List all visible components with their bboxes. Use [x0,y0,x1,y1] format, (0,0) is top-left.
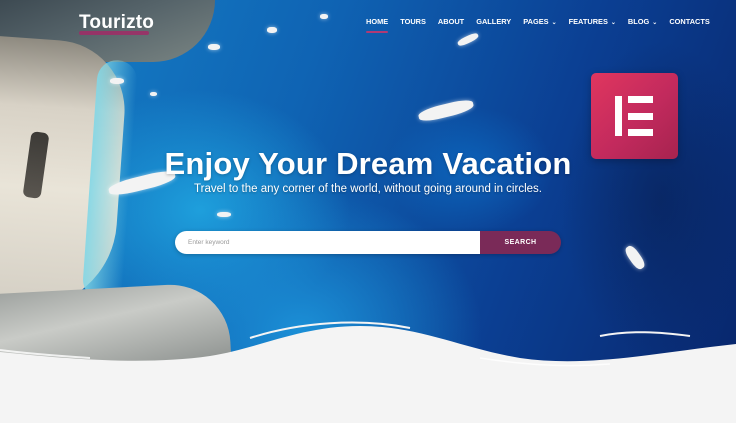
hero-title: Enjoy Your Dream Vacation [164,146,572,181]
chevron-down-icon: ⌄ [652,20,658,26]
boat [150,92,157,96]
nav-label: BLOG [627,17,650,26]
nav-label: GALLERY [476,17,512,26]
boat [208,44,220,50]
elementor-bar [628,96,653,103]
search-input[interactable] [175,231,480,254]
nav-label: ABOUT [437,17,465,26]
boat [217,212,231,217]
chevron-down-icon: ⌄ [551,20,557,26]
nav-about[interactable]: ABOUT [438,17,464,26]
nav-label: HOME [366,17,389,26]
nav-label: TOURS [400,17,426,26]
nav-features[interactable]: FEATURES ⌄ [569,17,616,26]
hero-subtitle: Travel to the any corner of the world, w… [194,183,542,195]
boat [267,27,277,33]
elementor-bar [615,96,622,136]
elementor-bar [628,112,653,120]
boat [320,14,328,19]
search-bar: SEARCH [175,231,561,254]
nav-label: CONTACTS [669,17,710,26]
nav-tours[interactable]: TOURS [400,17,426,26]
main-nav: HOME TOURS ABOUT GALLERY PAGES ⌄ FEATURES… [366,17,722,33]
nav-contacts[interactable]: CONTACTS [669,17,710,26]
logo-underline [79,31,149,35]
search-button[interactable]: SEARCH [480,231,561,254]
nav-label: PAGES [523,17,549,26]
elementor-bar [628,129,653,136]
chevron-down-icon: ⌄ [610,20,616,26]
nav-home[interactable]: HOME [366,17,389,33]
nav-blog[interactable]: BLOG ⌄ [628,17,657,26]
wave-divider [0,321,736,423]
nav-gallery[interactable]: GALLERY [476,17,511,26]
boat [417,97,475,124]
nav-label: FEATURES [568,17,608,26]
boat [456,31,480,48]
nav-pages[interactable]: PAGES ⌄ [523,17,556,26]
boat [110,78,124,84]
hero-background [0,0,736,423]
